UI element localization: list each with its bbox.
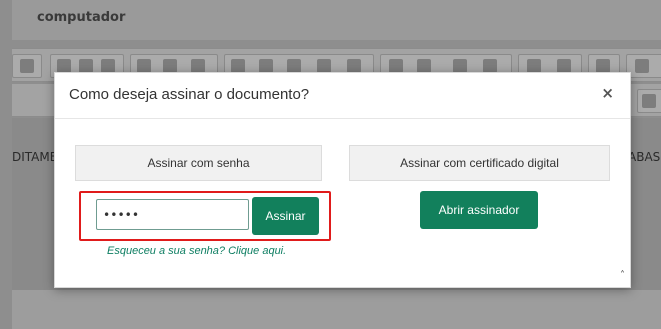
color-icon — [642, 94, 656, 108]
modal-header: Como deseja assinar o documento? × — [55, 73, 630, 119]
align-icon — [317, 59, 331, 73]
password-input[interactable] — [96, 199, 249, 230]
bullet-list-icon — [417, 59, 431, 73]
toolbar-icon — [20, 59, 34, 73]
table-icon — [231, 59, 245, 73]
document-footer-strip — [12, 290, 661, 329]
sign-with-password-button[interactable]: Assinar com senha — [75, 145, 322, 181]
find-icon — [635, 59, 649, 73]
document-text-fragment-left: DITAME — [12, 150, 58, 164]
maximize-icon — [527, 59, 541, 73]
flag-icon — [191, 59, 205, 73]
save-icon — [57, 59, 71, 73]
sign-button[interactable]: Assinar — [252, 197, 319, 235]
scroll-up-icon[interactable]: ˄ — [620, 270, 625, 281]
line-icon — [259, 59, 273, 73]
toolbar-group — [637, 89, 661, 113]
close-icon[interactable]: × — [601, 86, 614, 101]
print-icon — [596, 59, 610, 73]
preview-icon — [557, 59, 571, 73]
omega-icon — [287, 59, 301, 73]
modal-title: Como deseja assinar o documento? — [69, 86, 310, 103]
sign-document-modal: Como deseja assinar o documento? × Assin… — [54, 72, 631, 288]
sign-with-certificate-button[interactable]: Assinar com certificado digital — [349, 145, 610, 181]
toolbar-group — [12, 54, 42, 78]
link-icon — [137, 59, 151, 73]
undo-icon — [79, 59, 93, 73]
unlink-icon — [163, 59, 177, 73]
document-title: computador — [37, 10, 126, 25]
ordered-list-icon — [389, 59, 403, 73]
open-signer-button[interactable]: Abrir assinador — [420, 191, 538, 229]
redo-icon — [101, 59, 115, 73]
indent-icon — [483, 59, 497, 73]
document-text-fragment-right: ABAS — [628, 150, 661, 164]
toolbar-group — [626, 54, 661, 78]
editor-title-bar: computador — [12, 0, 661, 40]
image-icon — [347, 59, 361, 73]
outdent-icon — [453, 59, 467, 73]
forgot-password-link[interactable]: Esqueceu a sua senha? Clique aqui. — [107, 245, 286, 257]
